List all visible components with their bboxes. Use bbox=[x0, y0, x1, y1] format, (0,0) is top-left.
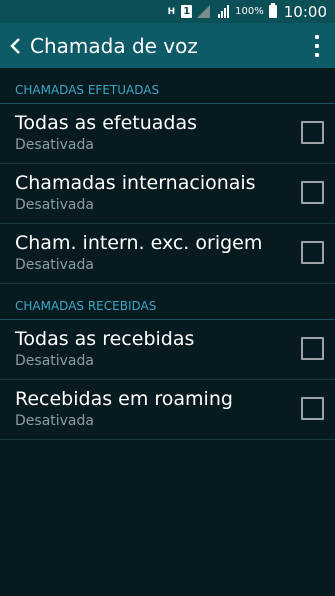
list-item-international[interactable]: Chamadas internacionais Desativada bbox=[0, 164, 335, 224]
battery-icon bbox=[268, 3, 277, 18]
list-item-all-outgoing[interactable]: Todas as efetuadas Desativada bbox=[0, 104, 335, 164]
item-title: Todas as efetuadas bbox=[15, 112, 198, 134]
sim-icon: 1 bbox=[181, 5, 193, 18]
item-status: Desativada bbox=[15, 353, 94, 369]
section-header-incoming: CHAMADAS RECEBIDAS bbox=[0, 284, 335, 320]
back-arrow-icon[interactable] bbox=[6, 35, 24, 57]
signal-icon bbox=[197, 5, 211, 18]
clock: 10:00 bbox=[283, 2, 327, 21]
list-item-international-except-home[interactable]: Cham. intern. exc. origem Desativada bbox=[0, 224, 335, 284]
more-options-icon[interactable] bbox=[307, 33, 327, 59]
item-status: Desativada bbox=[15, 137, 94, 153]
list-item-all-incoming[interactable]: Todas as recebidas Desativada bbox=[0, 320, 335, 380]
action-bar: Chamada de voz bbox=[0, 23, 335, 68]
item-status: Desativada bbox=[15, 257, 94, 273]
item-title: Chamadas internacionais bbox=[15, 172, 256, 194]
page-title: Chamada de voz bbox=[30, 33, 198, 58]
signal-strength-icon bbox=[218, 5, 230, 18]
checkbox[interactable] bbox=[301, 181, 324, 204]
checkbox[interactable] bbox=[301, 337, 324, 360]
item-status: Desativada bbox=[15, 413, 94, 429]
section-header-outgoing: CHAMADAS EFETUADAS bbox=[0, 68, 335, 104]
checkbox[interactable] bbox=[301, 397, 324, 420]
item-status: Desativada bbox=[15, 197, 94, 213]
item-title: Recebidas em roaming bbox=[15, 388, 233, 410]
item-title: Cham. intern. exc. origem bbox=[15, 232, 263, 254]
status-bar: H 1 100% 10:00 bbox=[0, 0, 335, 23]
network-type-indicator: H bbox=[167, 6, 176, 17]
checkbox[interactable] bbox=[301, 121, 324, 144]
item-title: Todas as recebidas bbox=[15, 328, 195, 350]
section-incoming: CHAMADAS RECEBIDAS Todas as recebidas De… bbox=[0, 284, 335, 440]
section-outgoing: CHAMADAS EFETUADAS Todas as efetuadas De… bbox=[0, 68, 335, 284]
checkbox[interactable] bbox=[301, 241, 324, 264]
list-item-roaming-incoming[interactable]: Recebidas em roaming Desativada bbox=[0, 380, 335, 440]
battery-percent: 100% bbox=[235, 6, 264, 17]
